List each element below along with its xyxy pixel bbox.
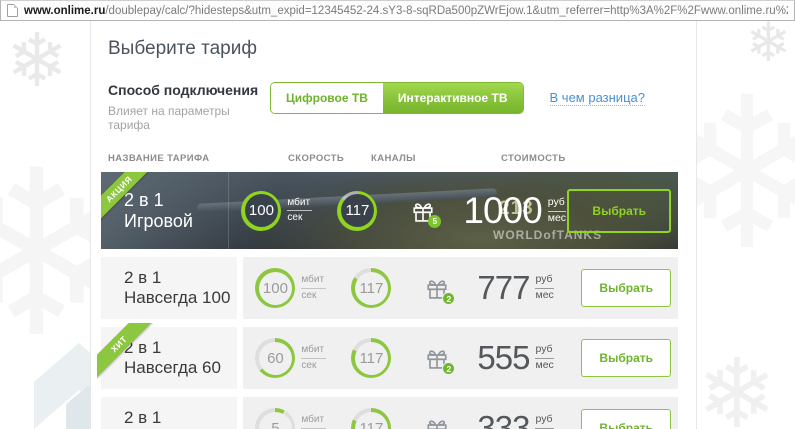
price-unit-top: руб: [535, 343, 553, 359]
speed-ring: 100: [241, 191, 281, 231]
whats-the-difference-link[interactable]: В чем разница?: [550, 90, 645, 106]
price-value: 1000: [463, 190, 541, 232]
price-cell: 333 руб мес: [477, 409, 581, 429]
speed-unit-top: мбит: [301, 344, 326, 359]
channels-value: 117: [341, 194, 374, 227]
speed-unit-top: мбит: [301, 414, 326, 429]
select-tariff-button[interactable]: Выбрать: [567, 189, 671, 233]
speed-unit-top: мбит: [287, 197, 312, 212]
header-price: Стоимость: [501, 153, 696, 164]
price-unit: руб мес: [535, 343, 553, 372]
hit-ribbon-label: Хит: [97, 323, 153, 379]
tv-type-toggle: Цифровое ТВ Интерактивное ТВ: [271, 83, 523, 113]
price-unit-top: руб: [535, 273, 553, 289]
channels-ring: 117: [351, 268, 391, 308]
speed-unit: мбит сек: [301, 414, 326, 429]
price-cell: 1000 руб мес: [463, 190, 567, 232]
speed-value: 100: [259, 272, 292, 305]
price-cell: 777 руб мес: [477, 269, 581, 307]
channels-ring: 117: [351, 338, 391, 378]
speed-unit-bottom: сек: [301, 289, 326, 303]
price-unit-bottom: мес: [535, 359, 553, 373]
snowflake-icon: ❄: [6, 24, 68, 98]
price-cell: 555 руб мес: [477, 339, 581, 377]
hit-ribbon: Хит: [97, 323, 153, 379]
tariff-calculator-panel: Выберите тариф Способ подключения Влияет…: [90, 21, 697, 429]
speed-cell: 100 мбит сек: [255, 268, 351, 308]
browser-address-bar[interactable]: www.onlime.ru/doublepay/calc/?hidesteps&…: [0, 0, 795, 21]
speed-ring: 5: [255, 408, 295, 429]
toggle-interactive-tv[interactable]: Интерактивное ТВ: [383, 83, 523, 113]
speed-value: 100: [245, 194, 278, 227]
speed-cell: 5 мбит сек: [255, 408, 351, 429]
channels-value: 117: [355, 342, 388, 375]
channels-value: 117: [355, 272, 388, 305]
gift-icon: 5: [409, 197, 443, 225]
gift-icon: 2: [423, 414, 457, 429]
channels-ring: 117: [337, 191, 377, 231]
gift-count-badge: 5: [428, 215, 441, 228]
speed-cell: 100 мбит сек: [241, 191, 337, 231]
connection-method-label: Способ подключения: [108, 82, 271, 98]
channels-ring: 117: [351, 408, 391, 429]
speed-ring: 100: [255, 268, 295, 308]
header-speed: Скорость: [288, 153, 371, 164]
select-tariff-button[interactable]: Выбрать: [581, 269, 671, 307]
speed-unit-top: мбит: [301, 274, 326, 289]
toggle-digital-tv[interactable]: Цифровое ТВ: [271, 83, 383, 113]
header-tariff-name: Название тарифа: [108, 153, 288, 164]
tariff-row-navsegda-60: Хит 2 в 1 Навсегда 60 60 мбит сек 117: [101, 327, 678, 389]
speed-unit: мбит сек: [301, 344, 326, 372]
snowflake-icon: ❄: [697, 347, 777, 429]
price-unit: руб мес: [535, 273, 553, 302]
speed-unit-bottom: сек: [301, 359, 326, 373]
gift-icon: 2: [423, 344, 457, 372]
price-unit-top: руб: [535, 413, 553, 429]
snowflake-icon: ❄: [746, 16, 791, 70]
channels-value: 117: [355, 412, 388, 429]
connection-method-section: Способ подключения Влияет на параметры т…: [108, 82, 696, 132]
speed-cell: 60 мбит сек: [255, 338, 351, 378]
speed-unit: мбит сек: [301, 274, 326, 302]
gift-icon: 2: [423, 274, 457, 302]
tariff-name: 2 в 1 Навсегда 100: [101, 257, 237, 319]
tariff-list: Акция 213 WORLDofTANKS 2 в 1 Игровой 100…: [101, 172, 678, 429]
page-document-icon: [7, 4, 18, 17]
speed-value: 60: [259, 342, 292, 375]
header-channels: Каналы: [371, 153, 501, 164]
promo-ribbon-label: Акция: [101, 172, 153, 224]
speed-unit: мбит сек: [287, 197, 312, 225]
price-unit-bottom: мес: [535, 289, 553, 303]
speed-value: 5: [259, 412, 292, 429]
gift-count-badge: 2: [442, 362, 455, 375]
price-unit: руб мес: [548, 196, 566, 225]
tariff-row-navsegda-100: 2 в 1 Навсегда 100 100 мбит сек 117: [101, 257, 678, 319]
tariff-row-igrovoy: Акция 213 WORLDofTANKS 2 в 1 Игровой 100…: [101, 172, 678, 249]
url-text[interactable]: www.onlime.ru/doublepay/calc/?hidesteps&…: [24, 5, 788, 17]
price-unit-bottom: мес: [548, 212, 566, 226]
promo-ribbon: Акция: [101, 172, 153, 224]
tariff-row-navsegda-5: 2 в 1 Навсегда 5 5 мбит сек 117: [101, 397, 678, 429]
table-header: Название тарифа Скорость Каналы Стоимост…: [108, 153, 696, 164]
price-value: 333: [477, 409, 529, 429]
tariff-name: 2 в 1 Навсегда 5: [101, 397, 237, 429]
connection-method-hint: Влияет на параметры тарифа: [108, 104, 271, 132]
url-path: /doublepay/calc/?hidesteps&utm_expid=123…: [105, 5, 788, 17]
select-tariff-button[interactable]: Выбрать: [581, 339, 671, 377]
speed-unit-bottom: сек: [287, 211, 312, 225]
speed-ring: 60: [255, 338, 295, 378]
select-tariff-button[interactable]: Выбрать: [581, 409, 671, 429]
price-unit-top: руб: [548, 196, 566, 212]
page-title: Выберите тариф: [108, 38, 696, 60]
price-unit: руб мес: [535, 413, 553, 429]
price-value: 777: [477, 269, 529, 307]
gift-count-badge: 2: [442, 292, 455, 305]
url-domain: www.onlime.ru: [24, 5, 105, 17]
price-value: 555: [477, 339, 529, 377]
